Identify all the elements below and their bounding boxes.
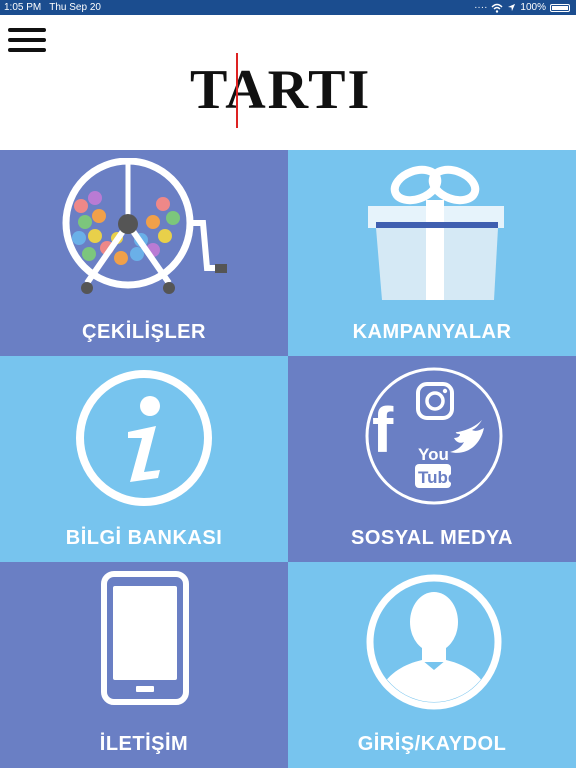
tile-giris-kaydol[interactable]: GİRİŞ/KAYDOL	[288, 562, 576, 768]
user-profile-icon	[366, 574, 502, 710]
social-media-icon: f You Tube	[365, 367, 503, 505]
phone-device-icon	[101, 571, 189, 705]
logo-accent-bar	[236, 53, 238, 128]
tile-label: ÇEKİLİŞLER	[82, 321, 206, 343]
logo: TARTI	[190, 59, 372, 121]
tile-cekilisler[interactable]: ÇEKİLİŞLER	[0, 150, 288, 356]
location-arrow-icon	[508, 3, 516, 12]
tile-label: KAMPANYALAR	[352, 321, 512, 343]
youtube-icon-top: You	[418, 445, 449, 464]
battery-percent: 100%	[520, 2, 546, 13]
hamburger-menu-icon[interactable]	[8, 25, 46, 55]
facebook-icon: f	[372, 394, 394, 466]
status-time: 1:05 PM	[4, 2, 42, 13]
tile-bilgi-bankasi[interactable]: BİLGİ BANKASI	[0, 356, 288, 562]
info-icon	[76, 370, 212, 506]
tile-kampanyalar[interactable]: KAMPANYALAR	[288, 150, 576, 356]
menu-grid: ÇEKİLİŞLER KAMPANYALAR BİLGİ BANKASI f Y…	[0, 150, 576, 768]
instagram-icon	[416, 382, 454, 420]
tile-label: BİLGİ BANKASI	[65, 527, 223, 549]
tile-label: SOSYAL MEDYA	[351, 527, 513, 549]
tile-iletisim[interactable]: İLETİŞİM	[0, 562, 288, 768]
twitter-icon	[450, 420, 484, 453]
lottery-drum-icon	[62, 158, 227, 294]
tile-label: İLETİŞİM	[99, 733, 189, 755]
status-date: Thu Sep 20	[49, 2, 101, 13]
signal-dots-icon: ····	[474, 2, 488, 13]
gift-box-icon	[368, 165, 504, 300]
tile-sosyal-medya[interactable]: f You Tube SOSYAL MEDYA	[288, 356, 576, 562]
tile-label: GİRİŞ/KAYDOL	[357, 733, 507, 755]
status-indicators: ···· 100%	[474, 2, 570, 13]
youtube-icon-bottom: Tube	[418, 468, 457, 487]
wifi-icon	[491, 3, 503, 13]
app-header: TARTI	[0, 15, 576, 150]
battery-icon	[550, 3, 570, 12]
status-bar: 1:05 PM Thu Sep 20 ···· 100%	[0, 0, 576, 15]
